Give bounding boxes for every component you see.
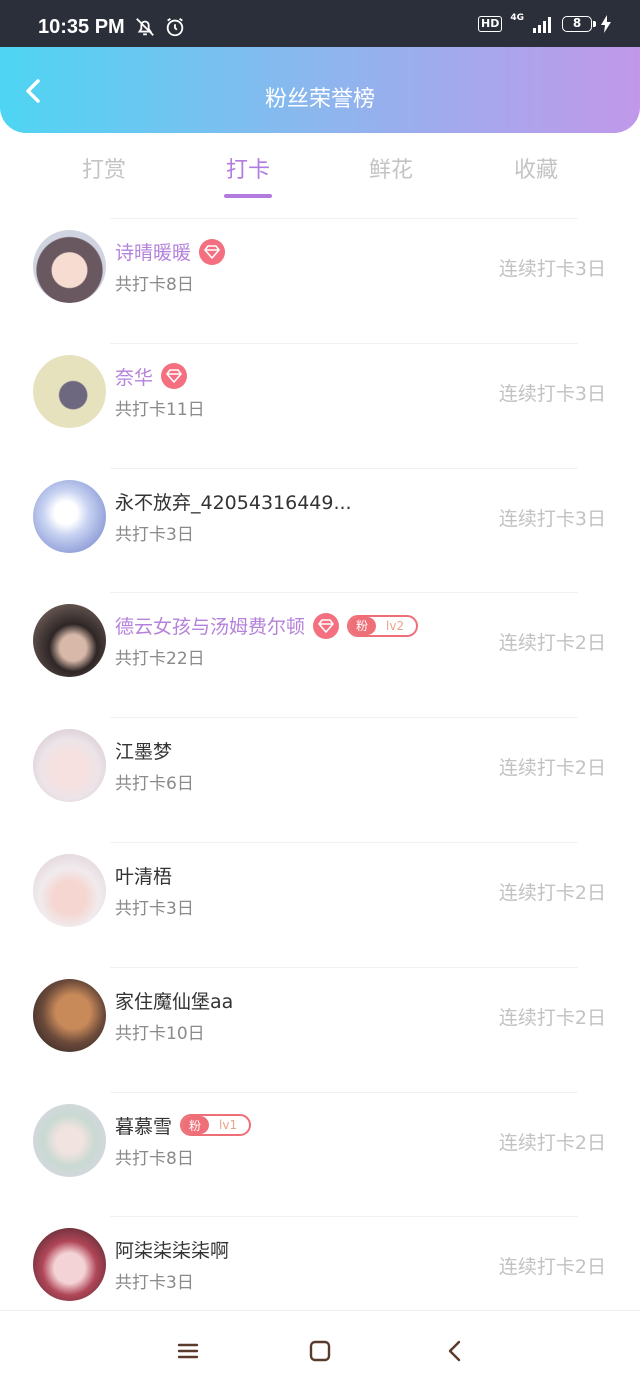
total-checkins: 共打卡8日 [115, 275, 194, 295]
divider [110, 841, 578, 843]
avatar[interactable] [33, 230, 106, 303]
avatar[interactable] [33, 354, 106, 428]
total-checkins: 共打卡3日 [115, 898, 194, 919]
total-checkins: 共打卡6日 [115, 774, 194, 795]
streak-checkins: 连续打卡2日 [498, 757, 606, 780]
bell-off-icon [136, 18, 154, 36]
tab-bar: 打赏 打卡 鲜花 收藏 [0, 150, 640, 202]
avatar[interactable] [33, 479, 106, 553]
streak-checkins: 连续打卡2日 [498, 1131, 606, 1154]
avatar[interactable] [33, 604, 106, 678]
total-checkins: 共打卡22日 [115, 649, 205, 670]
avatar[interactable] [33, 1228, 106, 1302]
total-checkins: 共打卡11日 [115, 399, 205, 420]
user-name[interactable]: 家住魔仙堡aa [115, 987, 233, 1014]
user-name[interactable]: 永不放弃_42054316449... [115, 488, 352, 515]
list-item[interactable]: 永不放弃_42054316449... 共打卡3日 连续打卡3日 [0, 467, 640, 593]
page-title: 粉丝荣誉榜 [264, 87, 375, 112]
tab-favorites[interactable]: 收藏 [476, 152, 596, 184]
user-name[interactable]: 奈华 [115, 363, 153, 390]
streak-checkins: 连续打卡2日 [498, 1006, 606, 1029]
divider [110, 342, 578, 344]
list-item[interactable]: 家住魔仙堡aa 共打卡10日 连续打卡2日 [0, 966, 640, 1092]
avatar[interactable] [33, 729, 106, 803]
tab-flowers[interactable]: 鲜花 [331, 152, 451, 184]
user-name[interactable]: 阿柒柒柒柒啊 [115, 1236, 229, 1263]
fan-list: 诗晴暖暖 共打卡8日 连续打卡3日 奈华 共打卡11日 连续打卡3日 永不放弃_… [0, 218, 640, 1341]
fan-badge-label: 粉 [182, 1116, 210, 1135]
back-triangle-icon[interactable] [443, 1339, 467, 1363]
divider [110, 966, 578, 968]
avatar[interactable] [33, 1103, 106, 1177]
streak-checkins: 连续打卡2日 [498, 1256, 606, 1279]
user-name[interactable]: 德云女孩与汤姆费尔顿 [115, 612, 305, 639]
user-name[interactable]: 江墨梦 [115, 737, 172, 764]
avatar[interactable] [33, 978, 106, 1052]
hd-badge: HD [478, 16, 503, 32]
divider [110, 1091, 578, 1093]
list-item[interactable]: 奈华 共打卡11日 连续打卡3日 [0, 342, 640, 468]
status-left-icons [134, 16, 186, 38]
list-item[interactable]: 暮慕雪 粉 lv1 共打卡8日 连续打卡2日 [0, 1091, 640, 1217]
divider [110, 592, 578, 594]
list-item[interactable]: 江墨梦 共打卡6日 连续打卡2日 [0, 717, 640, 842]
user-name[interactable]: 暮慕雪 [115, 1112, 172, 1139]
user-name[interactable]: 叶清梧 [115, 862, 172, 889]
streak-checkins: 连续打卡2日 [498, 881, 606, 904]
status-right: HD 4G 8 [478, 13, 612, 33]
charging-icon [601, 15, 611, 33]
battery-indicator: 8 [562, 16, 596, 32]
divider [110, 1216, 578, 1218]
fan-level-badge: 粉 lv2 [347, 614, 419, 637]
streak-checkins: 连续打卡3日 [498, 507, 606, 530]
home-square-icon[interactable] [308, 1339, 332, 1363]
list-item[interactable]: 德云女孩与汤姆费尔顿 粉 lv2 共打卡22日 连续打卡2日 [0, 592, 640, 717]
list-item[interactable]: 诗晴暖暖 共打卡8日 连续打卡3日 [0, 218, 640, 343]
streak-checkins: 连续打卡3日 [498, 382, 606, 405]
avatar[interactable] [33, 853, 106, 927]
tab-checkin[interactable]: 打卡 [188, 152, 308, 184]
total-checkins: 共打卡8日 [115, 1148, 194, 1169]
menu-icon[interactable] [176, 1339, 200, 1363]
divider [110, 717, 578, 719]
signal-icon [533, 17, 551, 33]
diamond-icon [199, 238, 226, 265]
divider [110, 467, 578, 469]
total-checkins: 共打卡3日 [115, 524, 194, 545]
network-type: 4G [510, 13, 524, 23]
tab-tipping[interactable]: 打赏 [44, 152, 164, 184]
fan-badge-level: lv1 [219, 1118, 238, 1133]
status-time: 10:35 PM [38, 16, 125, 38]
alarm-icon [166, 17, 184, 37]
streak-checkins: 连续打卡3日 [498, 258, 606, 280]
divider [110, 218, 578, 219]
fan-badge-level: lv2 [386, 618, 405, 633]
fan-level-badge: 粉 lv1 [180, 1114, 252, 1137]
system-nav-bar [0, 1310, 640, 1388]
list-item[interactable]: 叶清梧 共打卡3日 连续打卡2日 [0, 841, 640, 967]
fan-badge-label: 粉 [349, 616, 377, 635]
total-checkins: 共打卡3日 [115, 1273, 194, 1294]
streak-checkins: 连续打卡2日 [498, 632, 606, 655]
diamond-icon [313, 612, 340, 639]
total-checkins: 共打卡10日 [115, 1023, 205, 1044]
header: 粉丝荣誉榜 [0, 47, 640, 133]
user-name[interactable]: 诗晴暖暖 [115, 238, 191, 265]
active-tab-indicator [224, 194, 272, 198]
diamond-icon [161, 363, 188, 390]
